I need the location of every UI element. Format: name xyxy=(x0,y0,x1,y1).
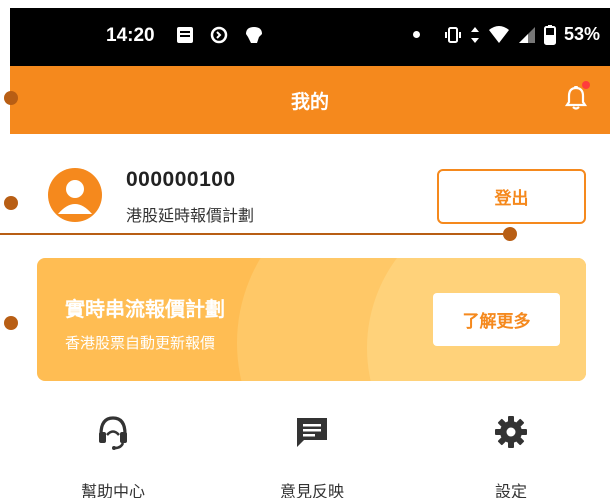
menu-item-help-center[interactable]: 幫助中心 xyxy=(38,410,188,498)
app-notification-icon xyxy=(246,27,262,43)
status-notification-icons xyxy=(175,24,265,46)
sync-icon xyxy=(210,26,228,44)
signal-icon xyxy=(518,26,535,43)
streaming-quote-banner[interactable]: 實時串流報價計劃 香港股票自動更新報價 了解更多 xyxy=(37,258,586,381)
data-arrows-icon xyxy=(470,26,479,43)
logout-button[interactable]: 登出 xyxy=(437,169,586,224)
menu-item-feedback[interactable]: 意見反映 xyxy=(237,410,387,498)
user-id: 000000100 xyxy=(126,168,236,191)
user-icon xyxy=(58,180,92,214)
annotation-marker xyxy=(4,91,18,105)
annotation-marker xyxy=(4,316,18,330)
app-header: 我的 xyxy=(10,66,610,134)
menu-label: 設定 xyxy=(494,482,527,498)
learn-more-button[interactable]: 了解更多 xyxy=(433,293,560,346)
headset-icon xyxy=(99,416,127,450)
menu-label: 幫助中心 xyxy=(80,482,145,498)
page-title: 我的 xyxy=(290,91,329,113)
menu-label: 意見反映 xyxy=(279,482,344,498)
user-plan: 港股延時報價計劃 xyxy=(126,206,255,225)
feedback-icon xyxy=(297,418,327,447)
annotation-line xyxy=(0,233,510,235)
battery-percent: 53% xyxy=(563,24,600,44)
status-system-icons: 53% xyxy=(412,24,600,45)
banner-subtitle: 香港股票自動更新報價 xyxy=(65,334,216,352)
annotation-marker xyxy=(503,227,517,241)
notification-badge xyxy=(582,81,590,89)
message-icon xyxy=(177,27,193,43)
menu-item-settings[interactable]: 設定 xyxy=(436,410,586,498)
status-bar: 14:20 53% xyxy=(10,8,610,66)
gear-icon xyxy=(495,416,527,448)
avatar[interactable] xyxy=(48,168,102,222)
vibrate-icon xyxy=(444,26,461,43)
status-time: 14:20 xyxy=(106,25,155,46)
annotation-marker xyxy=(4,196,18,210)
wifi-icon xyxy=(488,25,509,43)
battery-icon xyxy=(543,24,556,45)
notification-dot-icon xyxy=(412,31,420,38)
banner-title: 實時串流報價計劃 xyxy=(65,297,225,321)
